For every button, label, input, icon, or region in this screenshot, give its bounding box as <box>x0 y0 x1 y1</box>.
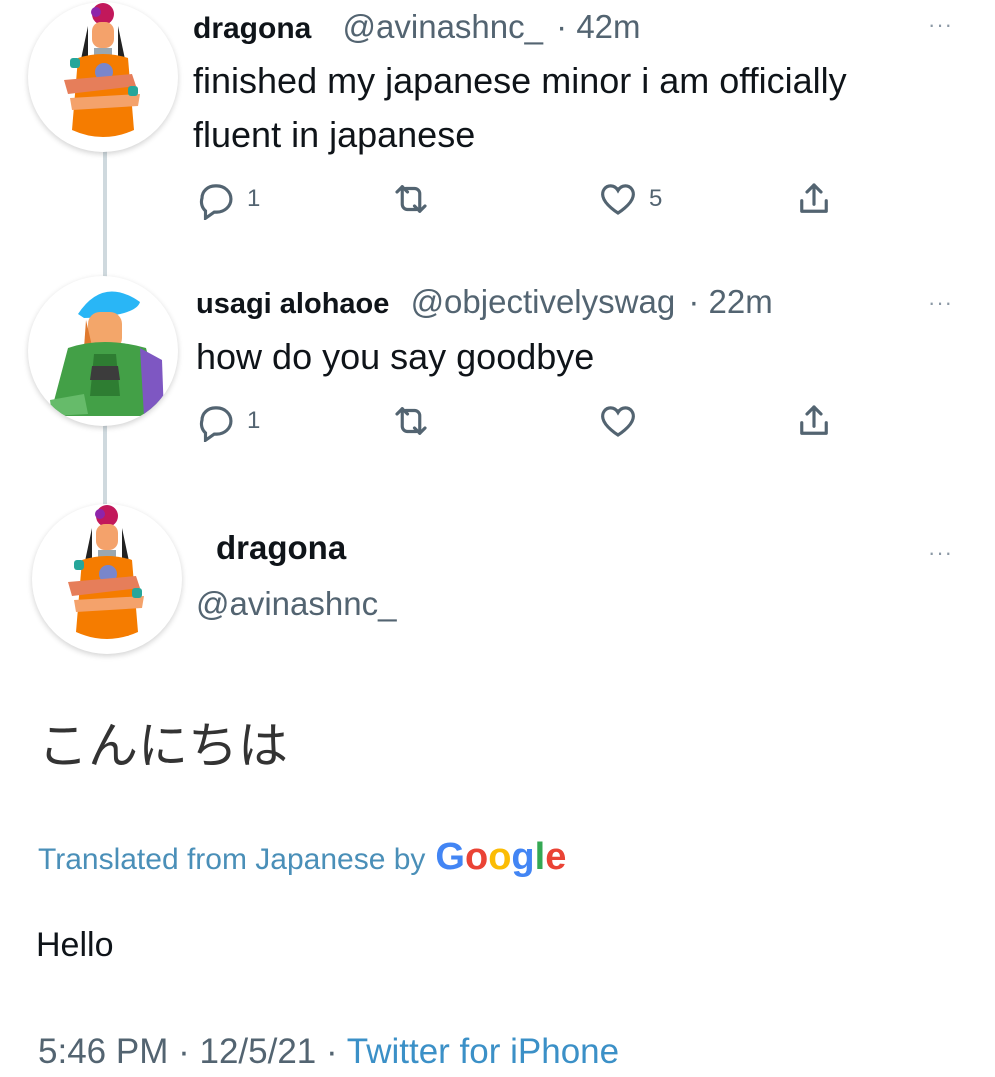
retweet-icon <box>395 185 427 213</box>
google-logo: Google <box>435 836 566 878</box>
google-logo-letter: e <box>545 836 567 878</box>
display-name[interactable]: usagi alohaoe <box>196 288 389 320</box>
google-logo-letter: g <box>511 836 535 878</box>
google-logo-letter: o <box>488 836 512 878</box>
translated-label: Translated from Japanese by <box>38 843 426 876</box>
like-icon <box>601 406 635 437</box>
google-logo-letter: l <box>534 836 546 878</box>
avatar[interactable] <box>32 504 182 654</box>
reply-button[interactable]: 1 <box>195 400 260 442</box>
share-button[interactable] <box>793 400 835 442</box>
tweet-text: finished my japanese minor i am official… <box>193 54 953 162</box>
meta-separator: · <box>326 1032 347 1071</box>
like-count: 5 <box>649 185 663 212</box>
tweet-text-line: finished my japanese minor i am official… <box>193 60 847 101</box>
tweet-time[interactable]: 5:46 PM <box>38 1032 168 1071</box>
tweet-time[interactable]: · 22m <box>688 283 772 320</box>
more-icon[interactable]: ··· <box>928 12 953 38</box>
retweet-icon <box>395 407 427 435</box>
retweet-button[interactable] <box>390 400 442 442</box>
user-handle[interactable]: @avinashnc_ <box>343 8 543 45</box>
google-logo-letter: o <box>464 836 489 878</box>
like-icon <box>601 184 635 215</box>
translated-text: Hello <box>36 926 114 964</box>
display-name[interactable]: dragona <box>193 12 311 45</box>
share-icon <box>800 405 828 435</box>
translation-attribution[interactable]: Translated from Japanese by Google <box>38 836 566 879</box>
share-button[interactable] <box>793 178 835 220</box>
tweet-header: usagi alohaoe @objectivelyswag · 22m <box>196 283 773 321</box>
reply-icon <box>199 184 233 220</box>
tweet-text-line: how do you say goodbye <box>196 336 595 377</box>
tweet-text-line: fluent in japanese <box>193 114 476 155</box>
display-name[interactable]: dragona <box>216 529 346 567</box>
tweet-meta: 5:46 PM · 12/5/21 · Twitter for iPhone <box>38 1032 619 1072</box>
tweet-header: dragona @avinashnc_ · 42m <box>193 8 641 46</box>
user-handle[interactable]: @objectivelyswag <box>411 283 676 320</box>
retweet-button[interactable] <box>390 178 442 220</box>
reply-count: 1 <box>247 407 261 434</box>
tweet-time[interactable]: · 42m <box>556 8 640 45</box>
tweet-text: こんにちは <box>38 717 288 775</box>
avatar[interactable] <box>28 276 178 426</box>
user-handle[interactable]: @avinashnc_ <box>196 585 396 623</box>
tweet-text: how do you say goodbye <box>196 330 956 384</box>
tweet-date[interactable]: 12/5/21 <box>199 1032 316 1071</box>
tweet-actions: 1 5 <box>195 178 855 228</box>
meta-separator: · <box>178 1032 200 1071</box>
tweet-actions: 1 <box>195 400 855 450</box>
thread-line <box>103 150 107 280</box>
more-icon[interactable]: ··· <box>928 540 953 566</box>
like-button[interactable] <box>597 400 649 442</box>
google-logo-letter: G <box>435 836 465 878</box>
thread-line <box>103 425 107 505</box>
more-icon[interactable]: ··· <box>928 290 953 316</box>
share-icon <box>800 183 828 213</box>
reply-icon <box>199 406 233 442</box>
reply-button[interactable]: 1 <box>195 178 260 220</box>
reply-count: 1 <box>247 185 261 212</box>
tweet-source[interactable]: Twitter for iPhone <box>347 1032 619 1071</box>
avatar[interactable] <box>28 2 178 152</box>
like-button[interactable]: 5 <box>597 178 662 220</box>
